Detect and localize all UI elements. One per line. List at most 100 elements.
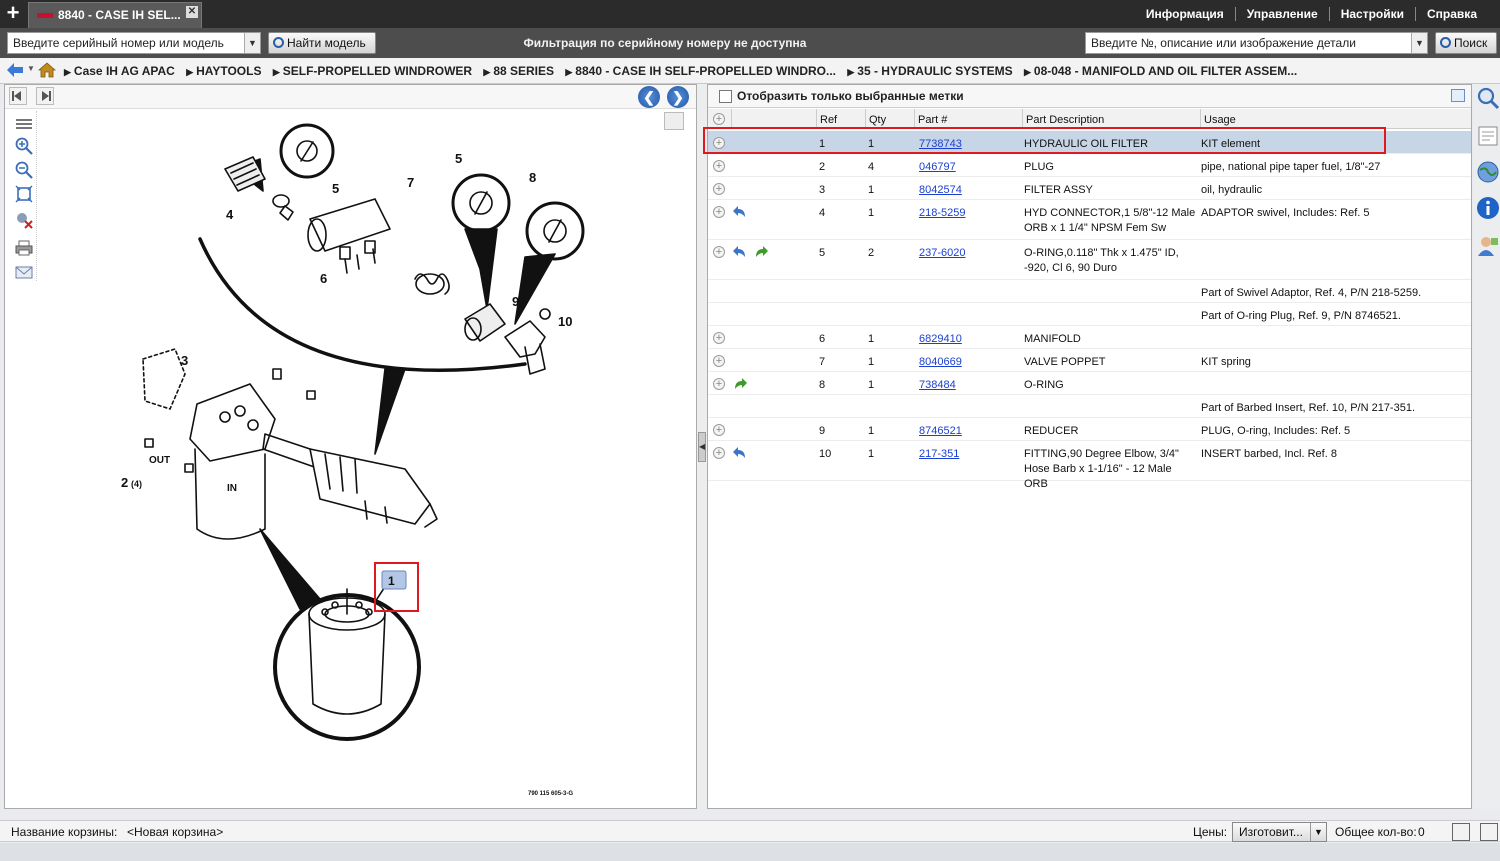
add-to-cart-icon[interactable]: + (713, 424, 725, 436)
exploded-parts-drawing[interactable]: 5 4 7 6 5 8 9 10 3 2 (4) OUT IN 790 115 … (85, 109, 645, 809)
document-list-icon[interactable] (1476, 124, 1500, 148)
part-number-link[interactable]: 217-351 (919, 448, 959, 460)
info-icon[interactable] (1476, 196, 1500, 220)
table-row[interactable]: +9 1 8746521 REDUCER PLUG, O-ring, Includes:… (708, 418, 1471, 441)
breadcrumb-item[interactable]: 8840 - CASE IH SELF-PROPELLED WINDRO... (565, 64, 836, 78)
table-row[interactable]: +10 1 217-351 FITTING,90 Degree Elbow, 3/4"… (708, 441, 1471, 490)
email-icon[interactable] (15, 263, 33, 281)
add-to-cart-icon[interactable]: + (713, 378, 725, 390)
panel-splitter[interactable]: ◀ (697, 84, 707, 809)
add-to-cart-icon[interactable]: + (713, 246, 725, 258)
menu-settings[interactable]: Настройки (1328, 7, 1415, 21)
table-row[interactable]: +4 1 218-5259 HYD CONNECTOR,1 5/8"-12 Male … (708, 200, 1471, 240)
cell-qty: 1 (868, 184, 875, 196)
breadcrumb-item[interactable]: 35 - HYDRAULIC SYSTEMS (847, 64, 1012, 78)
part-number-link[interactable]: 6829410 (919, 333, 962, 345)
col-ref[interactable]: Ref (816, 109, 865, 129)
add-to-cart-icon[interactable]: + (713, 332, 725, 344)
part-number-link[interactable]: 8746521 (919, 425, 962, 437)
back-arrow-icon[interactable] (7, 63, 23, 77)
cell-ref: 6 (819, 333, 826, 345)
new-tab-button[interactable]: + (0, 0, 26, 28)
previous-page-icon[interactable] (9, 87, 27, 105)
breadcrumb-item[interactable]: SELF-PROPELLED WINDROWER (273, 64, 472, 78)
total-qty-label: Общее кол-во: (1335, 825, 1417, 839)
forward-reference-icon[interactable] (732, 377, 748, 391)
breadcrumb-item[interactable]: 88 SERIES (483, 64, 554, 78)
table-row[interactable]: +5 2 237-6020 O-RING,0.118" Thk x 1.475" ID… (708, 240, 1471, 280)
grid-view-icon[interactable] (1451, 89, 1465, 102)
add-to-cart-icon[interactable]: + (713, 160, 725, 172)
table-note-row[interactable]: Part of Barbed Insert, Ref. 10, P/N 217-… (708, 395, 1471, 418)
forward-reference-icon[interactable] (753, 245, 769, 259)
selected-row-highlight-box (703, 127, 1386, 154)
chevron-down-icon[interactable]: ▼ (1310, 823, 1326, 841)
zoom-out-icon[interactable] (15, 161, 33, 179)
breadcrumb-item[interactable]: Case IH AG APAC (64, 64, 175, 78)
fit-to-window-icon[interactable] (15, 185, 33, 203)
part-number-link[interactable]: 237-6020 (919, 247, 966, 259)
table-row[interactable]: +3 1 8042574 FILTER ASSY oil, hydraulic (708, 177, 1471, 200)
menu-manage[interactable]: Управление (1234, 7, 1329, 21)
part-number-link[interactable]: 8040669 (919, 356, 962, 368)
cart-name-value[interactable]: <Новая корзина> (127, 821, 223, 843)
table-row[interactable]: +7 1 8040669 VALVE POPPET KIT spring (708, 349, 1471, 372)
document-tab[interactable]: 8840 - CASE IH SEL... ✕ (28, 2, 202, 28)
table-row[interactable]: +2 4 046797 PLUG pipe, national pipe taper f… (708, 154, 1471, 177)
table-note-row[interactable]: Part of O-ring Plug, Ref. 9, P/N 8746521… (708, 303, 1471, 326)
add-all-icon[interactable]: + (713, 113, 725, 125)
show-selected-checkbox[interactable] (719, 90, 732, 103)
menu-info[interactable]: Информация (1135, 7, 1235, 21)
drawing-note-box[interactable] (664, 112, 684, 130)
col-description[interactable]: Part Description (1022, 109, 1200, 129)
collapse-panel-icon[interactable]: ◀ (698, 432, 706, 462)
back-reference-icon[interactable] (732, 205, 748, 219)
close-tab-icon[interactable]: ✕ (186, 6, 198, 18)
col-usage[interactable]: Usage (1200, 109, 1471, 129)
cell-ref: 5 (819, 247, 826, 259)
globe-icon[interactable] (1476, 160, 1500, 184)
find-model-button[interactable]: Найти модель (268, 32, 376, 54)
add-to-cart-icon[interactable]: + (713, 447, 725, 459)
search-button[interactable]: Поиск (1435, 32, 1497, 54)
col-qty[interactable]: Qty (865, 109, 914, 129)
menu-help[interactable]: Справка (1415, 7, 1488, 21)
part-search-input[interactable]: Введите №, описание или изображение дета… (1085, 32, 1428, 54)
back-reference-icon[interactable] (732, 446, 748, 460)
part-number-link[interactable]: 218-5259 (919, 207, 966, 219)
table-row[interactable]: +6 1 6829410 MANIFOLD (708, 326, 1471, 349)
add-to-cart-icon[interactable]: + (713, 183, 725, 195)
parts-filter-bar: Отобразить только выбранные метки (708, 85, 1471, 108)
user-icon[interactable] (1476, 234, 1500, 258)
maximize-window-icon[interactable] (1480, 823, 1498, 841)
breadcrumb-item[interactable]: 08-048 - MANIFOLD AND OIL FILTER ASSEM..… (1024, 64, 1297, 78)
col-part-number[interactable]: Part # (914, 109, 1022, 129)
table-row[interactable]: +8 1 738484 O-RING (708, 372, 1471, 395)
cell-usage: oil, hydraulic (1201, 184, 1263, 196)
part-number-link[interactable]: 738484 (919, 379, 956, 391)
part-number-link[interactable]: 8042574 (919, 184, 962, 196)
table-note-row[interactable]: Part of Swivel Adaptor, Ref. 4, P/N 218-… (708, 280, 1471, 303)
search-icon[interactable] (1476, 86, 1500, 110)
next-drawing-button[interactable]: ❯ (667, 86, 689, 108)
zoom-in-icon[interactable] (15, 137, 33, 155)
part-number-link[interactable]: 046797 (919, 161, 956, 173)
add-to-cart-icon[interactable]: + (713, 355, 725, 367)
chevron-down-icon[interactable]: ▼ (244, 33, 260, 53)
add-to-cart-icon[interactable]: + (713, 206, 725, 218)
previous-drawing-button[interactable]: ❮ (638, 86, 660, 108)
back-reference-icon[interactable] (732, 245, 748, 259)
clear-selection-icon[interactable] (15, 211, 33, 229)
list-toggle-icon[interactable] (15, 115, 33, 133)
cell-description: MANIFOLD (1024, 333, 1081, 345)
print-icon[interactable] (15, 239, 33, 257)
cart-footer: Название корзины: <Новая корзина> Цены: … (0, 820, 1500, 842)
serial-model-input[interactable]: Введите серийный номер или модель ▼ (7, 32, 261, 54)
breadcrumb-item[interactable]: HAYTOOLS (186, 64, 261, 78)
price-select[interactable]: Изготовит... ▼ (1232, 822, 1327, 842)
next-page-icon[interactable] (36, 87, 54, 105)
home-icon[interactable] (38, 62, 56, 78)
restore-window-icon[interactable] (1452, 823, 1470, 841)
chevron-down-icon[interactable]: ▼ (1411, 33, 1427, 53)
history-dropdown-icon[interactable]: ▼ (27, 64, 35, 73)
